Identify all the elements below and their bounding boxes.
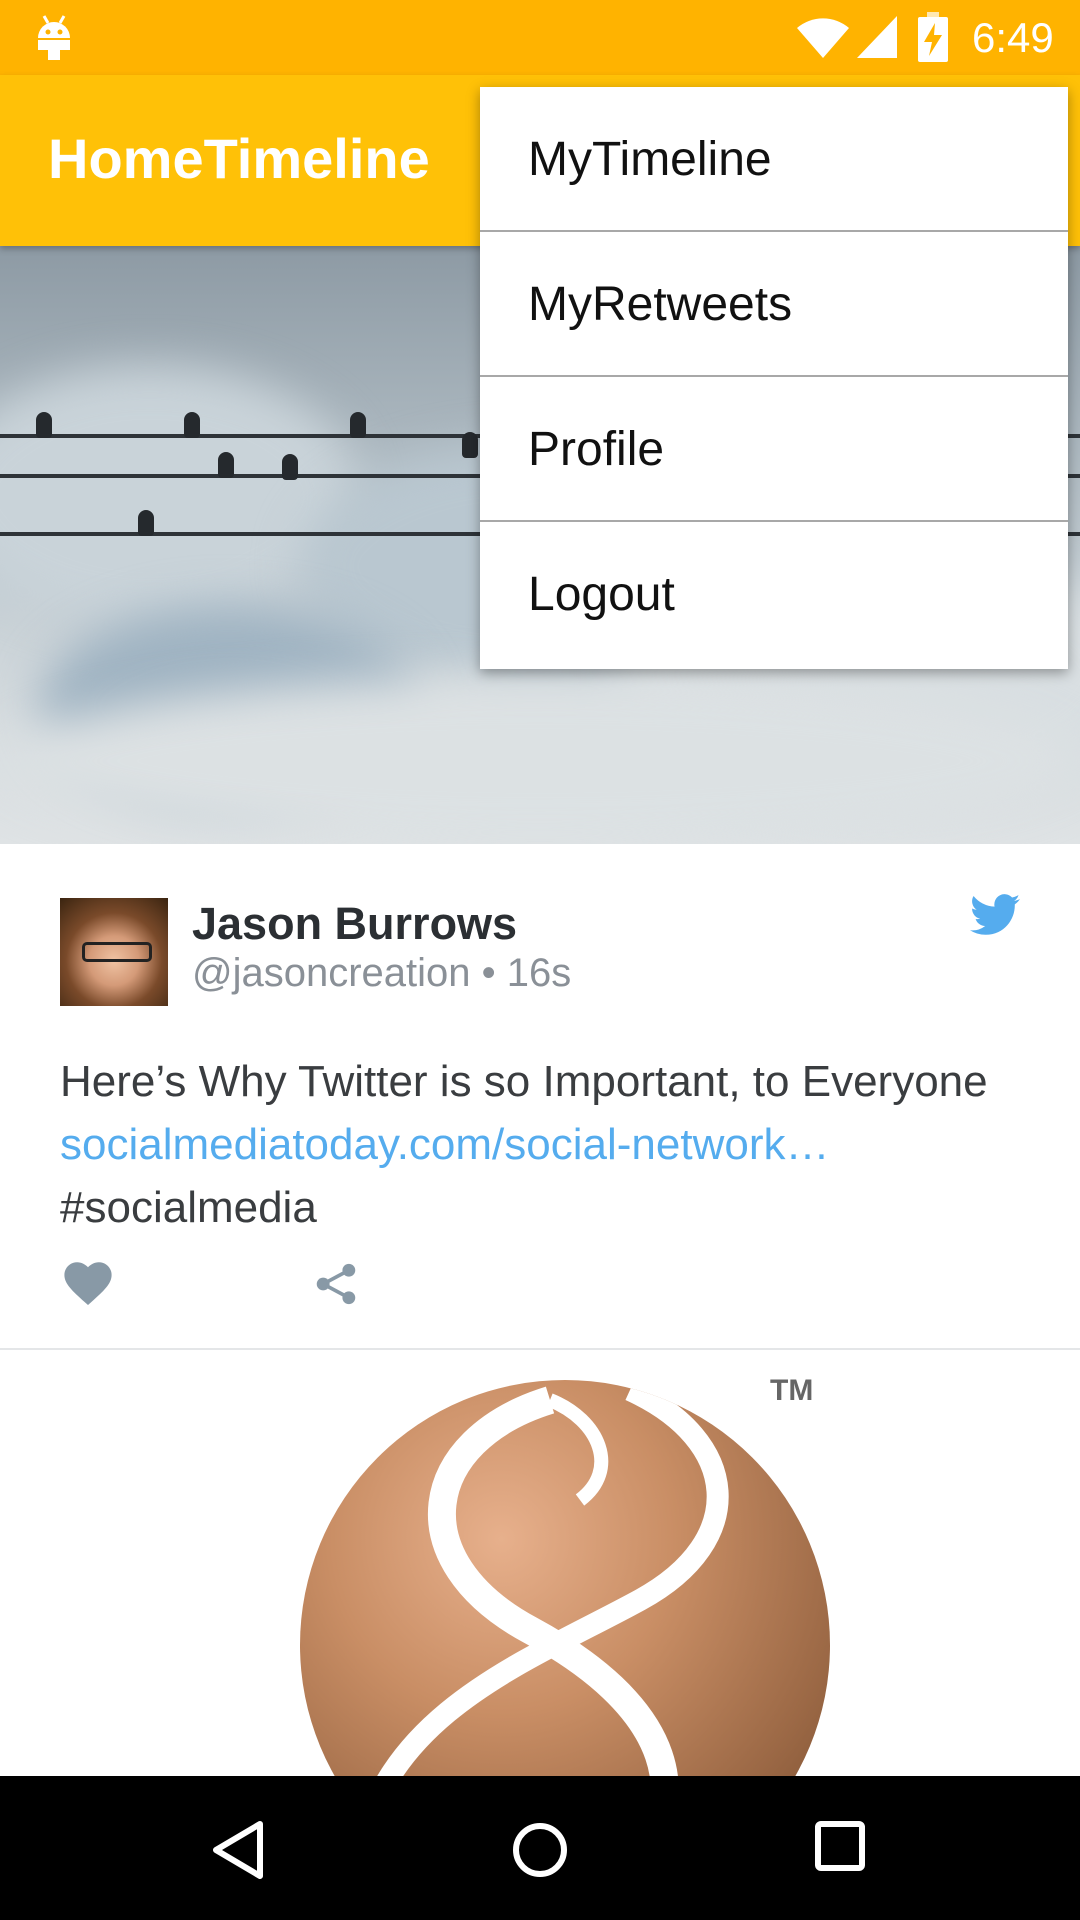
status-time: 6:49 [972, 14, 1054, 61]
heart-icon[interactable] [64, 1262, 112, 1306]
share-icon[interactable] [314, 1262, 358, 1306]
recents-icon[interactable] [814, 1820, 866, 1872]
signal-icon [857, 16, 897, 58]
home-icon[interactable] [510, 1820, 570, 1880]
tweet-card[interactable]: Jason Burrows @jasoncreation • 16s Here’… [0, 844, 1080, 1348]
avatar-glasses [82, 942, 152, 962]
tweet-text-body: Here’s Why Twitter is so Important, to E… [60, 1057, 988, 1106]
logo-trademark: TM [770, 1374, 814, 1407]
back-icon[interactable] [210, 1820, 266, 1880]
system-nav-bar [0, 1776, 1080, 1920]
logo-sphere-icon [300, 1380, 830, 1776]
tweet-text: Here’s Why Twitter is so Important, to E… [60, 1050, 1010, 1239]
tweet-author-name[interactable]: Jason Burrows [192, 898, 517, 950]
status-bar: 6:49 [0, 0, 1080, 75]
tweet-meta: @jasoncreation • 16s [192, 950, 571, 996]
menu-item-logout[interactable]: Logout [480, 522, 1068, 669]
twitter-bird-icon [970, 894, 1020, 935]
logo-swoosh [377, 1380, 729, 1776]
tweet-link[interactable]: socialmediatoday.com/social-network… [60, 1120, 829, 1169]
android-icon [38, 15, 70, 60]
menu-item-myretweets[interactable]: MyRetweets [480, 232, 1068, 377]
menu-item-profile[interactable]: Profile [480, 377, 1068, 522]
tweet-age: 16s [506, 951, 572, 995]
tweet-hashtag[interactable]: #socialmedia [60, 1183, 317, 1232]
wifi-icon [797, 18, 849, 58]
page-title: HomeTimeline [48, 127, 430, 190]
tweet-meta-separator: • [470, 951, 507, 995]
tweet-media-image[interactable]: TM [0, 1350, 1080, 1776]
tweet-author-handle[interactable]: @jasoncreation [192, 951, 471, 995]
battery-charging-icon [918, 12, 948, 62]
overflow-menu: MyTimeline MyRetweets Profile Logout [480, 87, 1068, 669]
avatar[interactable] [60, 898, 168, 1006]
menu-item-mytimeline[interactable]: MyTimeline [480, 87, 1068, 232]
